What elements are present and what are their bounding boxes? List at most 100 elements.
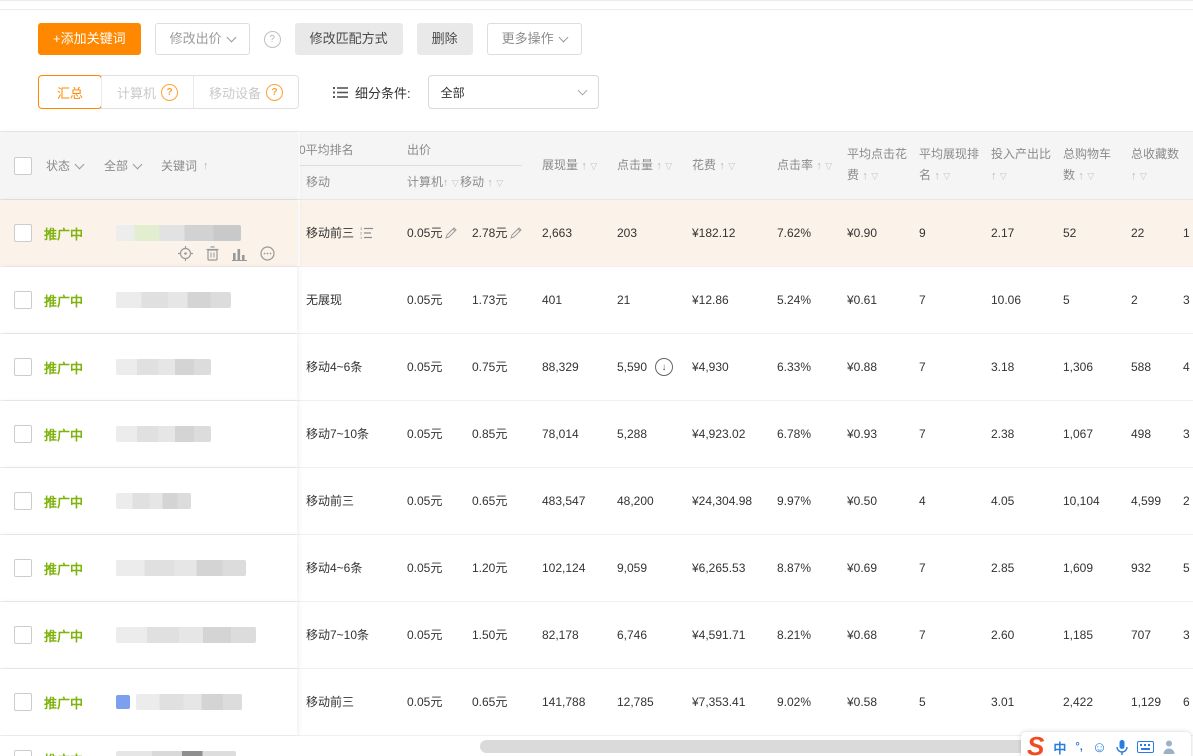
impressions-column-header[interactable]: 展现量 ↑ ▽ bbox=[530, 132, 605, 199]
filter-icon[interactable]: ▽ bbox=[871, 171, 878, 181]
bid-pc-cell[interactable]: 0.05元 bbox=[395, 535, 460, 601]
filter-icon[interactable]: ▽ bbox=[943, 171, 950, 181]
help-icon[interactable]: ? bbox=[264, 31, 281, 48]
keyboard-icon[interactable] bbox=[1137, 741, 1154, 753]
sort-asc-icon[interactable]: ↑ bbox=[816, 160, 822, 172]
keyword-cell[interactable] bbox=[116, 627, 256, 643]
edit-pencil-icon[interactable] bbox=[510, 227, 522, 239]
select-all-checkbox[interactable] bbox=[14, 157, 32, 175]
sort-asc-icon[interactable]: ↑ bbox=[656, 160, 662, 172]
filter-icon[interactable]: ▽ bbox=[496, 178, 503, 188]
roi-column-header[interactable]: 投入产出比 ↑ ▽ bbox=[979, 132, 1051, 199]
keyword-cell[interactable] bbox=[116, 225, 241, 241]
sort-asc-icon[interactable]: ↑ bbox=[487, 177, 493, 189]
row-checkbox[interactable] bbox=[14, 693, 32, 711]
cost-column-header[interactable]: 花费 ↑ ▽ bbox=[680, 132, 765, 199]
modify-match-button[interactable]: 修改匹配方式 bbox=[295, 23, 403, 55]
filter-icon[interactable]: ▽ bbox=[1000, 171, 1007, 181]
bid-pc-cell[interactable]: 0.05元 bbox=[395, 468, 460, 534]
avg-rank-column-header[interactable]: 0平均排名 移动 bbox=[300, 132, 395, 199]
bid-pc-cell[interactable]: 0.05元 bbox=[395, 669, 460, 735]
emoji-icon[interactable]: ☺ bbox=[1092, 739, 1107, 756]
bid-mobile-cell[interactable]: 2.78元 bbox=[460, 200, 530, 266]
sort-asc-icon[interactable]: ↑ bbox=[1131, 170, 1137, 182]
filter-icon[interactable]: ▽ bbox=[1087, 171, 1094, 181]
ctr-column-header[interactable]: 点击率 ↑ ▽ bbox=[765, 132, 835, 199]
bid-mobile-cell[interactable]: 0.65元 bbox=[460, 669, 530, 735]
target-icon[interactable] bbox=[178, 246, 193, 261]
more-options-icon[interactable] bbox=[260, 246, 275, 261]
add-keyword-button[interactable]: +添加关键词 bbox=[38, 23, 141, 55]
tab-summary[interactable]: 汇总 bbox=[38, 75, 102, 109]
filter-icon[interactable]: ▽ bbox=[1140, 171, 1147, 181]
status-column-header[interactable]: 状态 bbox=[46, 157, 104, 174]
clicks-trend-icon[interactable]: ↓ bbox=[655, 358, 673, 376]
sort-asc-icon[interactable]: ↑ bbox=[1078, 170, 1084, 182]
edit-pencil-icon[interactable] bbox=[445, 227, 457, 239]
avg-show-rank-column-header[interactable]: 平均展现排名 ↑ ▽ bbox=[907, 132, 979, 199]
row-checkbox[interactable] bbox=[14, 358, 32, 376]
keyword-cell[interactable] bbox=[116, 359, 211, 375]
row-checkbox[interactable] bbox=[14, 559, 32, 577]
row-checkbox[interactable] bbox=[14, 291, 32, 309]
delete-button[interactable]: 删除 bbox=[417, 23, 473, 55]
sort-asc-icon[interactable]: ↑ bbox=[443, 177, 449, 189]
sort-asc-icon[interactable]: ↑ bbox=[581, 160, 587, 172]
ime-punctuation-toggle[interactable]: °, bbox=[1075, 741, 1082, 753]
bid-mobile-cell[interactable]: 1.73元 bbox=[460, 267, 530, 333]
row-checkbox[interactable] bbox=[14, 626, 32, 644]
sort-asc-icon[interactable]: ↑ bbox=[934, 170, 940, 182]
filter-icon[interactable]: ▽ bbox=[728, 161, 735, 171]
row-checkbox[interactable] bbox=[14, 425, 32, 443]
keyword-column-header[interactable]: 关键词 ↑ bbox=[161, 157, 209, 174]
favorites-column-header[interactable]: 总收藏数 ↑ ▽ bbox=[1119, 132, 1183, 199]
row-checkbox[interactable] bbox=[14, 750, 32, 756]
segment-condition-select[interactable]: 全部 bbox=[428, 75, 599, 109]
keyword-cell[interactable] bbox=[116, 560, 246, 576]
row-checkbox[interactable] bbox=[14, 492, 32, 510]
bar-chart-icon[interactable] bbox=[232, 247, 247, 261]
tab-computer[interactable]: 计算机 ? bbox=[101, 76, 193, 108]
bid-pc-cell[interactable]: 0.05元 bbox=[395, 602, 460, 668]
question-circle-icon[interactable]: ? bbox=[266, 84, 283, 101]
keyword-cell[interactable] bbox=[116, 493, 191, 509]
sort-asc-icon[interactable]: ↑ bbox=[991, 170, 997, 182]
bid-mobile-cell[interactable]: 0.65元 bbox=[460, 468, 530, 534]
keyword-cell[interactable] bbox=[116, 426, 211, 442]
bid-mobile-cell[interactable]: 0.85元 bbox=[460, 401, 530, 467]
microphone-icon[interactable] bbox=[1116, 740, 1128, 755]
question-circle-icon[interactable]: ? bbox=[161, 84, 178, 101]
rank-list-icon[interactable]: 321 bbox=[360, 227, 373, 239]
carts-column-header[interactable]: 总购物车数 ↑ ▽ bbox=[1051, 132, 1119, 199]
bid-pc-cell[interactable]: 0.05元 bbox=[395, 334, 460, 400]
bid-mobile-cell[interactable]: 1.50元 bbox=[460, 602, 530, 668]
bid-mobile-subheader[interactable]: 移动 ↑ ▽ bbox=[460, 173, 530, 190]
sort-asc-icon[interactable]: ↑ bbox=[719, 160, 725, 172]
filter-icon[interactable]: ▽ bbox=[825, 161, 832, 171]
keyword-cell[interactable] bbox=[116, 694, 242, 710]
all-filter-column-header[interactable]: 全部 bbox=[104, 157, 161, 174]
keyword-blurred[interactable] bbox=[116, 751, 236, 756]
keyword-cell[interactable] bbox=[116, 292, 231, 308]
filter-icon[interactable]: ▽ bbox=[590, 161, 597, 171]
bid-pc-cell[interactable]: 0.05元 bbox=[395, 267, 460, 333]
trash-icon[interactable] bbox=[206, 246, 219, 261]
sogou-logo-icon[interactable]: S bbox=[1027, 735, 1044, 756]
filter-icon[interactable]: ▽ bbox=[452, 178, 459, 188]
clicks-column-header[interactable]: 点击量 ↑ ▽ bbox=[605, 132, 680, 199]
avg-rank-mobile-sublabel[interactable]: 移动 bbox=[300, 173, 395, 190]
bid-pc-subheader[interactable]: 计算机↑ ▽ bbox=[395, 173, 460, 190]
filter-icon[interactable]: ▽ bbox=[665, 161, 672, 171]
modify-bid-dropdown[interactable]: 修改出价 bbox=[155, 23, 250, 55]
row-checkbox[interactable] bbox=[14, 224, 32, 242]
bid-mobile-cell[interactable]: 0.75元 bbox=[460, 334, 530, 400]
ime-language-toggle[interactable]: 中 bbox=[1053, 738, 1066, 756]
bid-mobile-cell[interactable]: 1.20元 bbox=[460, 535, 530, 601]
sort-asc-icon[interactable]: ↑ bbox=[203, 160, 209, 172]
avg-click-cost-column-header[interactable]: 平均点击花费 ↑ ▽ bbox=[835, 132, 907, 199]
bid-pc-cell[interactable]: 0.05元 bbox=[395, 200, 460, 266]
user-icon[interactable] bbox=[1163, 740, 1175, 754]
sort-asc-icon[interactable]: ↑ bbox=[862, 170, 868, 182]
bid-pc-cell[interactable]: 0.05元 bbox=[395, 401, 460, 467]
more-actions-dropdown[interactable]: 更多操作 bbox=[487, 23, 582, 55]
